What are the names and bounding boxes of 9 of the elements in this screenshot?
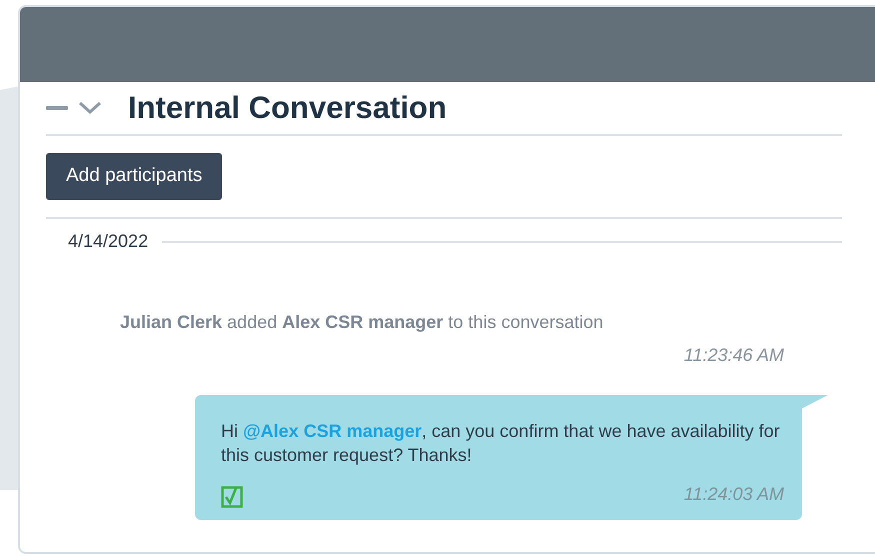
system-message: Julian Clerk added Alex CSR manager to this conversation	[120, 311, 604, 334]
message-text: Hi @Alex CSR manager, can you confirm that we have availability for this customer request? Thanks!	[221, 420, 781, 467]
minus-icon[interactable]	[46, 105, 68, 111]
add-participants-button[interactable]: Add participants	[46, 153, 222, 200]
timestamp: 11:24:03 AM	[684, 483, 784, 506]
chevron-icon[interactable]	[78, 101, 102, 115]
panel-title: Internal Conversation	[128, 88, 447, 127]
timestamp: 11:23:46 AM	[684, 344, 784, 367]
date-label: 4/14/2022	[68, 230, 148, 253]
